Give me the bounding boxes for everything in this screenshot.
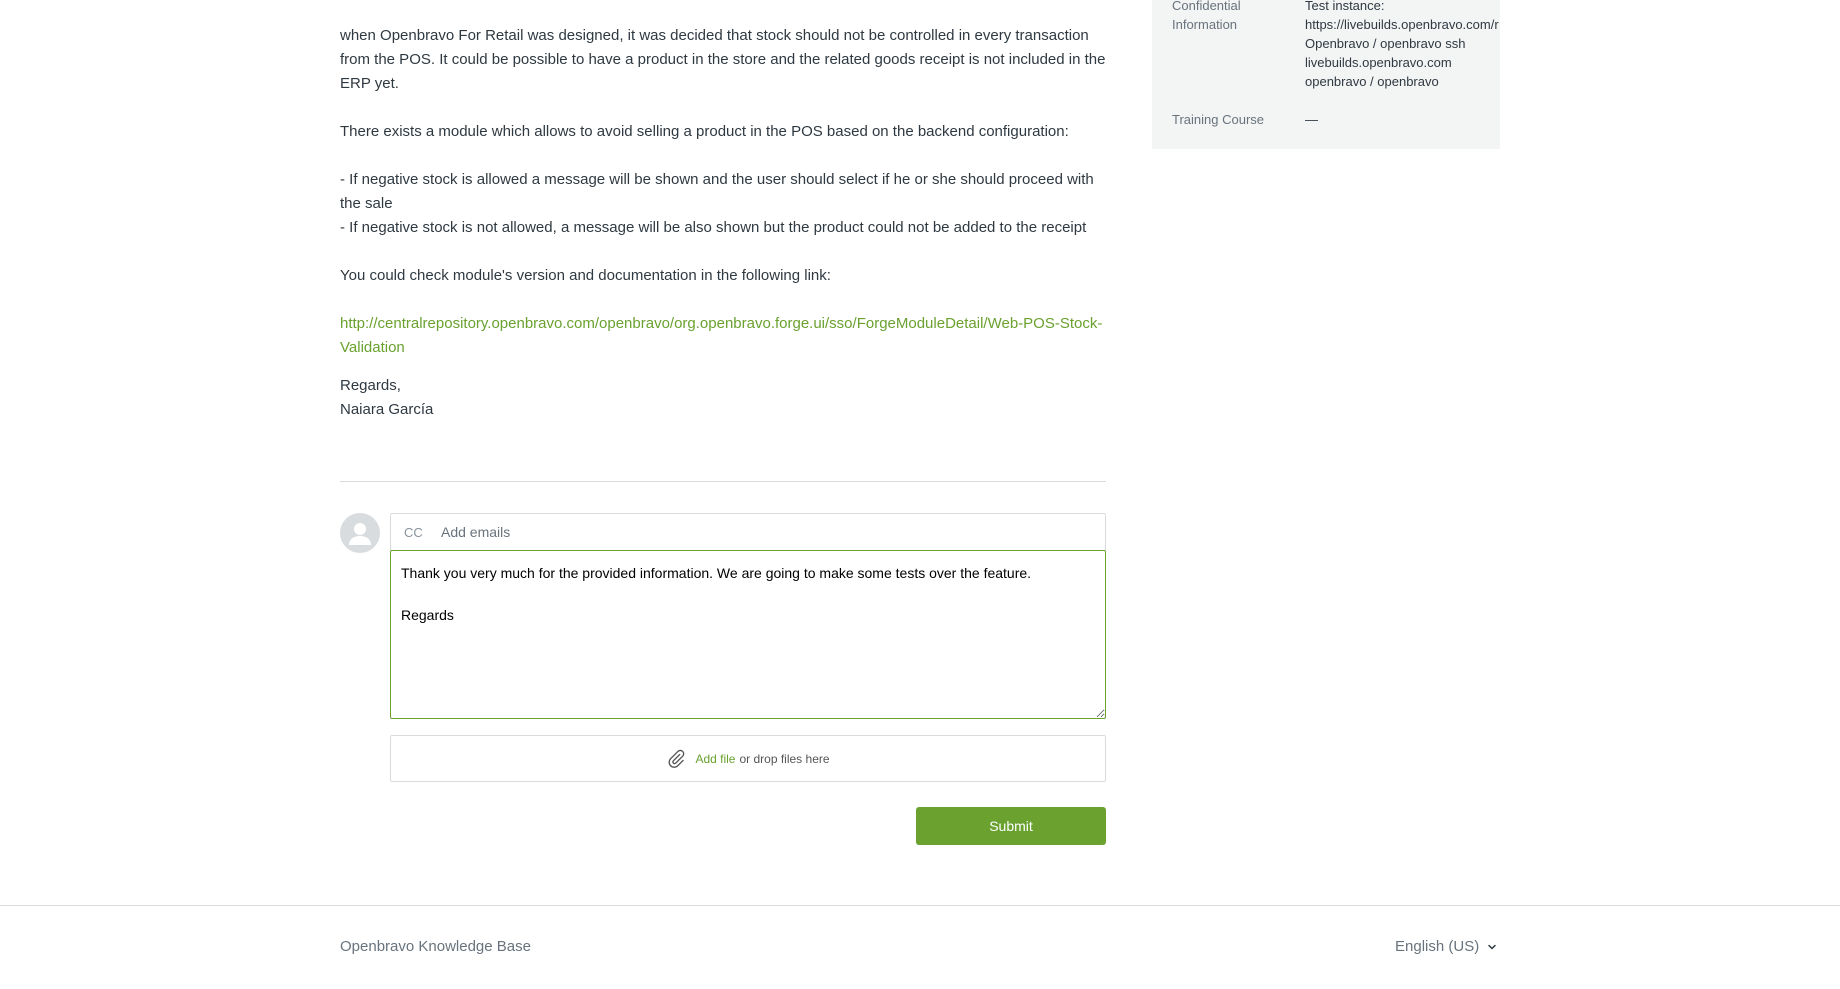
drop-files-hint: or drop files here bbox=[739, 751, 830, 766]
paperclip-icon bbox=[669, 749, 685, 768]
footer-site-name[interactable]: Openbravo Knowledge Base bbox=[340, 938, 531, 955]
cc-label: CC bbox=[404, 524, 423, 540]
user-icon bbox=[349, 523, 371, 545]
confidential-info-label: Confidential Information bbox=[1172, 0, 1241, 32]
comment-divider bbox=[340, 481, 1106, 482]
confidential-info-value: Test instance: https://livebuilds.openbr… bbox=[1305, 0, 1499, 89]
comment-paragraph: There exists a module which allows to av… bbox=[340, 123, 1069, 140]
file-upload-dropzone[interactable]: Add file or drop files here bbox=[390, 735, 1106, 782]
training-course-row: Training Course — bbox=[1172, 110, 1318, 129]
reply-textarea[interactable]: Thank you very much for the provided inf… bbox=[390, 550, 1106, 719]
add-file-link[interactable]: Add file bbox=[695, 752, 735, 766]
chevron-down-icon bbox=[1488, 944, 1496, 950]
comment-paragraph: You could check module's version and doc… bbox=[340, 267, 831, 284]
language-label: English (US) bbox=[1395, 938, 1480, 955]
training-course-label: Training Course bbox=[1172, 112, 1265, 127]
comment-sign-off: Regards, bbox=[340, 377, 401, 394]
comment-signature: Naiara García bbox=[340, 401, 434, 418]
module-documentation-link[interactable]: http://centralrepository.openbravo.com/o… bbox=[340, 315, 1102, 356]
training-course-value: — bbox=[1305, 112, 1318, 127]
avatar bbox=[340, 513, 380, 553]
comment-paragraph: when Openbravo For Retail was designed, … bbox=[340, 27, 1106, 92]
submit-button[interactable]: Submit bbox=[916, 807, 1106, 845]
comment-bullet: - If negative stock is allowed a message… bbox=[340, 171, 1094, 212]
ticket-comment: when Openbravo For Retail was designed, … bbox=[340, 24, 1106, 422]
cc-field[interactable]: CC bbox=[390, 513, 1106, 551]
comment-bullet: - If negative stock is not allowed, a me… bbox=[340, 219, 1087, 236]
cc-email-input[interactable] bbox=[441, 517, 1105, 547]
language-selector[interactable]: English (US) bbox=[1395, 938, 1497, 955]
page-footer: Openbravo Knowledge Base English (US) bbox=[0, 905, 1840, 989]
